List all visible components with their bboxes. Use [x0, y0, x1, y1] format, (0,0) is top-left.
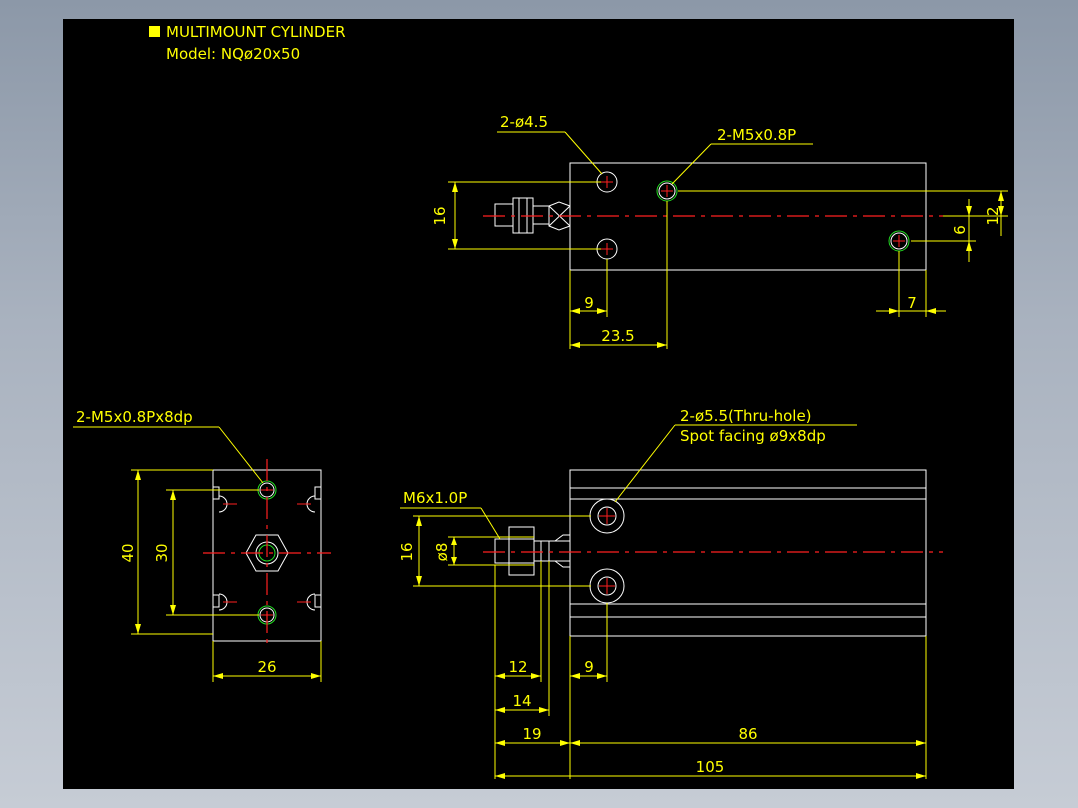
side-view-dim-rod-dia: ø8 — [433, 543, 451, 562]
side-view-rod — [533, 540, 571, 562]
top-view-dim-23-5: 23.5 — [601, 327, 634, 345]
top-view: 16 12 6 9 23.5 7 2-ø4.5 2-M5x0.8P — [431, 113, 1008, 349]
side-view-dim-12: 12 — [508, 658, 527, 676]
top-view-dim-12: 12 — [984, 206, 1002, 225]
side-view-callout-holes-line2: Spot facing ø9x8dp — [680, 427, 826, 445]
top-view-dim-9: 9 — [584, 294, 594, 312]
side-view-nut — [508, 526, 535, 576]
model-label: Model: NQø20x50 — [166, 45, 300, 63]
drawing-title: MULTIMOUNT CYLINDER — [166, 23, 346, 41]
top-view-dim-16: 16 — [431, 206, 449, 225]
top-view-rod-end — [494, 203, 514, 227]
side-view-dim-16: 16 — [398, 542, 416, 561]
top-view-dim-6: 6 — [951, 225, 969, 235]
side-view-dim-9: 9 — [584, 658, 594, 676]
title-marker — [149, 26, 160, 37]
side-view-callout-holes-line1: 2-ø5.5(Thru-hole) — [680, 407, 812, 425]
cad-drawing: MULTIMOUNT CYLINDER Model: NQø20x50 16 1… — [73, 23, 1008, 779]
side-view-dim-14: 14 — [512, 692, 531, 710]
end-view-callout-thread: 2-M5x0.8Px8dp — [76, 408, 193, 426]
side-view: 16 ø8 M6x1.0P 2-ø5.5(Thru-hole) Spot fac… — [398, 407, 943, 779]
side-view-rod-thread — [494, 538, 510, 564]
end-view-dim-30: 30 — [153, 543, 171, 562]
side-view-dim-105: 105 — [696, 758, 725, 776]
side-view-callout-rod-thread: M6x1.0P — [403, 489, 467, 507]
side-view-dim-19: 19 — [522, 725, 541, 743]
end-view-dim-40: 40 — [119, 543, 137, 562]
drawing-canvas: MULTIMOUNT CYLINDER Model: NQø20x50 16 1… — [63, 19, 1014, 789]
top-view-callout-holes: 2-ø4.5 — [500, 113, 548, 131]
side-view-dim-86: 86 — [738, 725, 757, 743]
end-view: 40 30 26 2-M5x0.8Px8dp — [73, 408, 331, 682]
top-view-callout-thread: 2-M5x0.8P — [717, 126, 796, 144]
side-view-body — [569, 469, 927, 637]
end-view-dim-26: 26 — [257, 658, 276, 676]
top-view-dim-7: 7 — [907, 294, 917, 312]
